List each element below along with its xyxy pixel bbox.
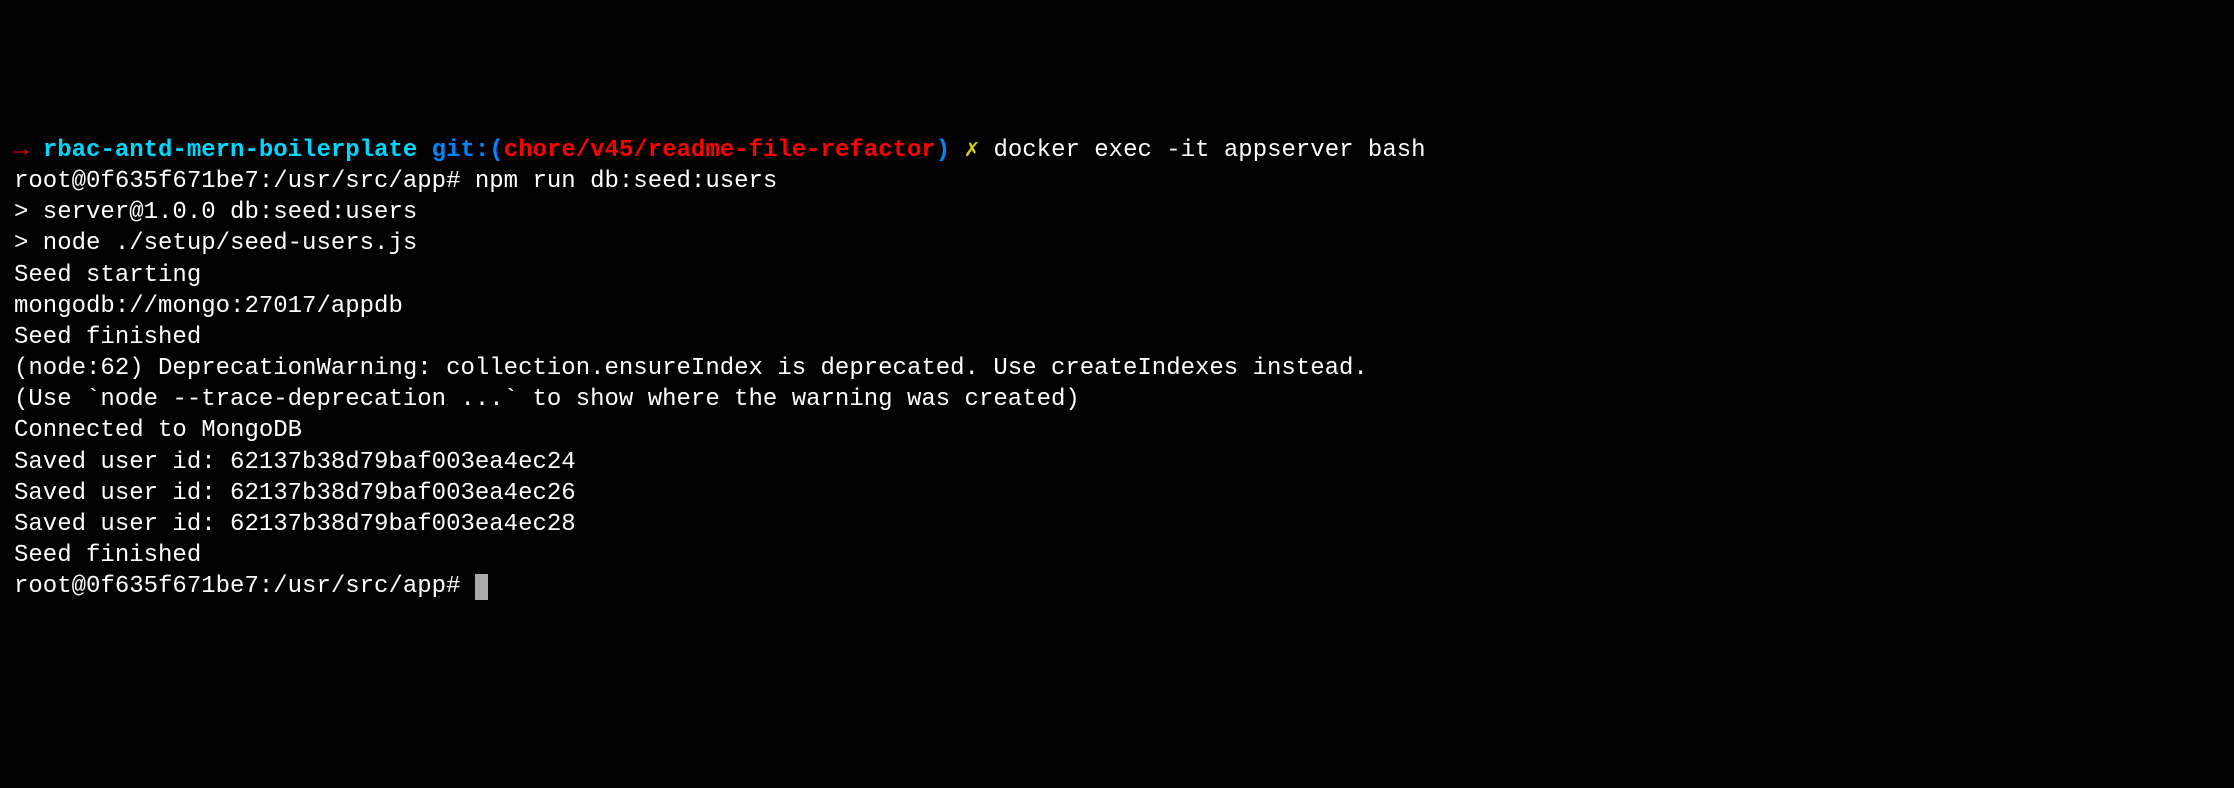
npm-script-cmd: > node ./setup/seed-users.js xyxy=(14,228,2220,259)
deprecation-warning: (node:62) DeprecationWarning: collection… xyxy=(14,353,2220,384)
connected-msg: Connected to MongoDB xyxy=(14,415,2220,446)
seed-finished-2: Seed finished xyxy=(14,540,2220,571)
prompt-line-1: → rbac-antd-mern-boilerplate git:(chore/… xyxy=(14,135,2220,166)
command-text: docker exec -it appserver bash xyxy=(993,137,1425,164)
paren-close: ) xyxy=(936,137,950,164)
prompt-arrow-icon: → xyxy=(14,137,43,164)
repo-name: rbac-antd-mern-boilerplate xyxy=(43,137,417,164)
git-branch: chore/v45/readme-file-refactor xyxy=(504,137,936,164)
dirty-mark-icon: ✗ xyxy=(950,137,993,164)
prompt-line-3[interactable]: root@0f635f671be7:/usr/src/app# xyxy=(14,571,2220,602)
terminal-window[interactable]: → rbac-antd-mern-boilerplate git:(chore/… xyxy=(14,135,2220,603)
npm-script-header: > server@1.0.0 db:seed:users xyxy=(14,197,2220,228)
seed-finished-1: Seed finished xyxy=(14,322,2220,353)
saved-user-1: Saved user id: 62137b38d79baf003ea4ec24 xyxy=(14,447,2220,478)
deprecation-hint: (Use `node --trace-deprecation ...` to s… xyxy=(14,384,2220,415)
cursor-icon xyxy=(475,574,488,600)
container-prompt: root@0f635f671be7:/usr/src/app# xyxy=(14,168,475,195)
container-prompt-2: root@0f635f671be7:/usr/src/app# xyxy=(14,573,475,600)
seed-start: Seed starting xyxy=(14,260,2220,291)
prompt-line-2: root@0f635f671be7:/usr/src/app# npm run … xyxy=(14,166,2220,197)
mongo-uri: mongodb://mongo:27017/appdb xyxy=(14,291,2220,322)
git-label: git: xyxy=(417,137,489,164)
npm-command: npm run db:seed:users xyxy=(475,168,777,195)
saved-user-3: Saved user id: 62137b38d79baf003ea4ec28 xyxy=(14,509,2220,540)
saved-user-2: Saved user id: 62137b38d79baf003ea4ec26 xyxy=(14,478,2220,509)
paren-open: ( xyxy=(489,137,503,164)
